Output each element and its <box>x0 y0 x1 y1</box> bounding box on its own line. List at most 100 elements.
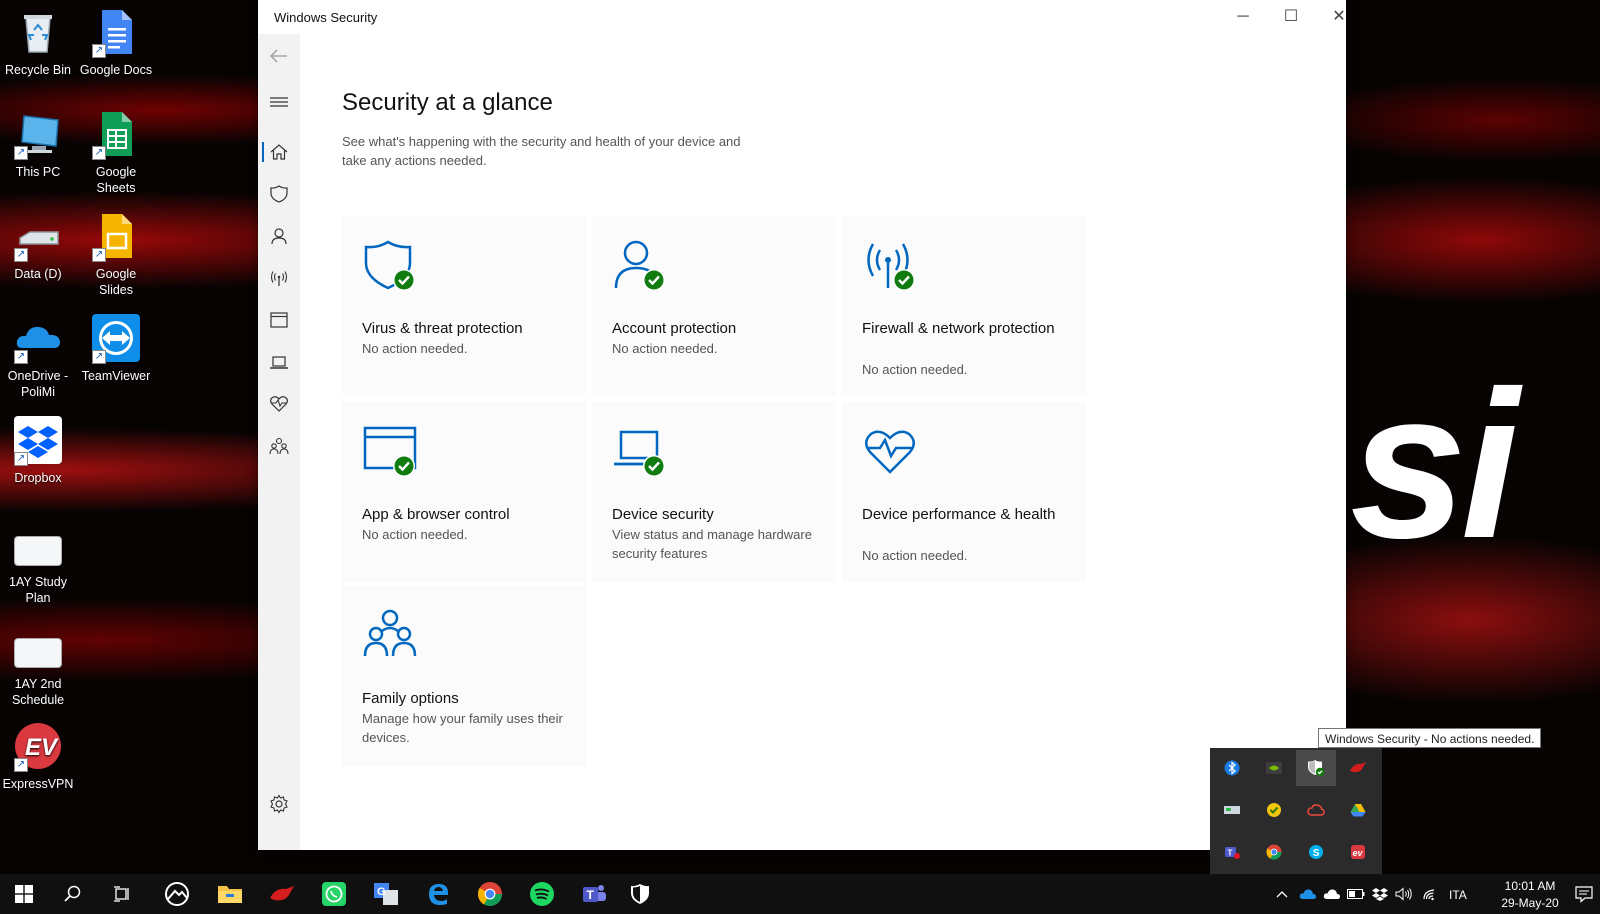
action-center-button[interactable] <box>1568 874 1600 914</box>
desktop-icon-1ay-study-plan[interactable]: 1AY Study Plan <box>0 536 76 606</box>
taskbar-app-chrome[interactable] <box>466 874 514 914</box>
wifi-tray-icon[interactable] <box>1418 874 1442 914</box>
nav-device-performance-health[interactable] <box>258 384 300 424</box>
windows-security-tray-icon[interactable] <box>1296 750 1336 786</box>
tile-family-options[interactable]: Family options Manage how your family us… <box>342 586 586 766</box>
shortcut-arrow-icon: ↗ <box>14 248 28 262</box>
back-button[interactable] <box>258 36 300 76</box>
close-button[interactable]: ✕ <box>1316 6 1362 28</box>
family-icon <box>363 609 417 657</box>
tile-app-browser-control[interactable]: App & browser control No action needed. <box>342 402 586 582</box>
cloud-icon <box>1323 889 1340 899</box>
taskbar-app-windows-security[interactable] <box>616 874 664 914</box>
svg-text:G: G <box>377 886 386 898</box>
msi-dragon-icon[interactable] <box>1338 750 1378 786</box>
expressvpn-tray-icon[interactable]: ev <box>1338 834 1378 870</box>
desktop-icon-google-slides[interactable]: ↗ Google Slides <box>78 212 154 298</box>
taskbar-app-translate[interactable]: G <box>362 874 410 914</box>
start-button[interactable] <box>0 874 48 914</box>
desktop-icon-onedrive[interactable]: ↗ OneDrive - PoliMi <box>0 314 76 400</box>
desktop-icon-recycle-bin[interactable]: Recycle Bin <box>0 8 76 78</box>
creative-cloud-icon[interactable] <box>1296 792 1336 828</box>
nav-firewall-network[interactable] <box>258 258 300 298</box>
clock-time[interactable]: 10:01 AM <box>1500 879 1560 893</box>
taskbar-app-teams[interactable]: T <box>570 874 618 914</box>
taskbar-app-photos[interactable] <box>153 874 201 914</box>
desktop-icon-google-sheets[interactable]: ↗ Google Sheets <box>78 110 154 196</box>
nvidia-icon[interactable] <box>1254 750 1294 786</box>
taskbar-app-spotify[interactable] <box>518 874 566 914</box>
desktop-icon-1ay-2nd-schedule[interactable]: 1AY 2nd Schedule <box>0 638 76 708</box>
maximize-button[interactable]: ☐ <box>1268 6 1314 28</box>
teams-icon: T <box>583 885 606 902</box>
menu-button[interactable] <box>258 82 300 122</box>
browser-check-icon <box>363 426 417 477</box>
task-view-icon <box>114 886 129 902</box>
onedrive-tray-icon[interactable] <box>1296 874 1320 914</box>
google-slides-icon: ↗ <box>92 212 140 262</box>
teams-tray-icon[interactable]: T <box>1212 834 1252 870</box>
title-bar[interactable]: Windows Security ─ ☐ ✕ <box>258 0 1346 34</box>
tile-account-protection[interactable]: Account protection No action needed. <box>592 216 836 396</box>
input-language-indicator[interactable]: ITA <box>1449 888 1467 902</box>
desktop-icon-label: Google Docs <box>79 63 153 77</box>
nav-account-protection[interactable] <box>258 216 300 256</box>
nav-app-browser-control[interactable] <box>258 300 300 340</box>
whatsapp-icon <box>322 882 346 906</box>
google-docs-icon: ↗ <box>92 8 140 58</box>
taskbar-app-edge[interactable] <box>414 874 462 914</box>
nav-device-security[interactable] <box>258 342 300 382</box>
wifi-icon <box>1423 889 1435 901</box>
shortcut-arrow-icon: ↗ <box>14 350 28 364</box>
desktop-icon-google-docs[interactable]: ↗ Google Docs <box>78 8 154 78</box>
desktop-icon-data-drive[interactable]: ↗ Data (D) <box>0 212 76 282</box>
dropbox-tray-icon[interactable] <box>1368 874 1392 914</box>
taskbar-app-msi-dragon[interactable] <box>258 874 306 914</box>
bluetooth-icon[interactable] <box>1212 750 1252 786</box>
task-view-button[interactable] <box>98 874 146 914</box>
heart-pulse-icon <box>865 430 915 474</box>
chevron-up-icon <box>1276 891 1288 898</box>
windows-logo-icon <box>15 885 33 903</box>
desktop-icon-this-pc[interactable]: ↗ This PC <box>0 110 76 180</box>
norton-check-icon[interactable] <box>1254 792 1294 828</box>
show-hidden-icons-button[interactable] <box>1270 874 1294 914</box>
battery-tray-icon[interactable] <box>1344 874 1368 914</box>
desktop-icon-expressvpn[interactable]: EV ↗ ExpressVPN <box>0 722 76 792</box>
tile-title: Device performance & health <box>862 506 1056 523</box>
laptop-icon <box>270 356 288 369</box>
nav-settings[interactable] <box>258 784 300 824</box>
google-drive-icon[interactable] <box>1338 792 1378 828</box>
clock-date[interactable]: 29-May-20 <box>1500 896 1560 910</box>
svg-text:ev: ev <box>1353 848 1364 858</box>
nav-home[interactable] <box>258 132 300 172</box>
removable-drive-icon[interactable] <box>1212 792 1252 828</box>
minimize-button[interactable]: ─ <box>1220 6 1266 28</box>
nav-virus-threat-protection[interactable] <box>258 174 300 214</box>
taskbar-app-whatsapp[interactable] <box>310 874 358 914</box>
tile-title: Firewall & network protection <box>862 320 1055 337</box>
tile-virus-threat-protection[interactable]: Virus & threat protection No action need… <box>342 216 586 396</box>
taskbar-app-file-explorer[interactable] <box>206 874 254 914</box>
onedrive-personal-tray-icon[interactable] <box>1320 874 1344 914</box>
window-title: Windows Security <box>274 10 378 25</box>
nav-family-options[interactable] <box>258 426 300 466</box>
tile-status: No action needed. <box>612 341 718 356</box>
home-icon <box>270 144 288 160</box>
desktop-icon-dropbox[interactable]: ↗ Dropbox <box>0 416 76 486</box>
tile-title: Family options <box>362 690 459 707</box>
mountain-photos-icon <box>165 882 189 906</box>
chrome-tray-icon[interactable] <box>1254 834 1294 870</box>
tile-device-performance-health[interactable]: Device performance & health No action ne… <box>842 402 1086 582</box>
back-arrow-icon <box>270 49 287 63</box>
tile-firewall-network-protection[interactable]: Firewall & network protection No action … <box>842 216 1086 396</box>
desktop-icon-teamviewer[interactable]: ↗ TeamViewer <box>78 314 154 384</box>
skype-tray-icon[interactable]: S <box>1296 834 1336 870</box>
volume-tray-icon[interactable] <box>1392 874 1416 914</box>
tile-device-security[interactable]: Device security View status and manage h… <box>592 402 836 582</box>
onedrive-cloud-icon: ↗ <box>14 314 62 364</box>
antenna-check-icon <box>867 243 915 291</box>
svg-text:T: T <box>587 888 595 902</box>
tile-status: No action needed. <box>862 362 968 377</box>
search-button[interactable] <box>48 874 96 914</box>
